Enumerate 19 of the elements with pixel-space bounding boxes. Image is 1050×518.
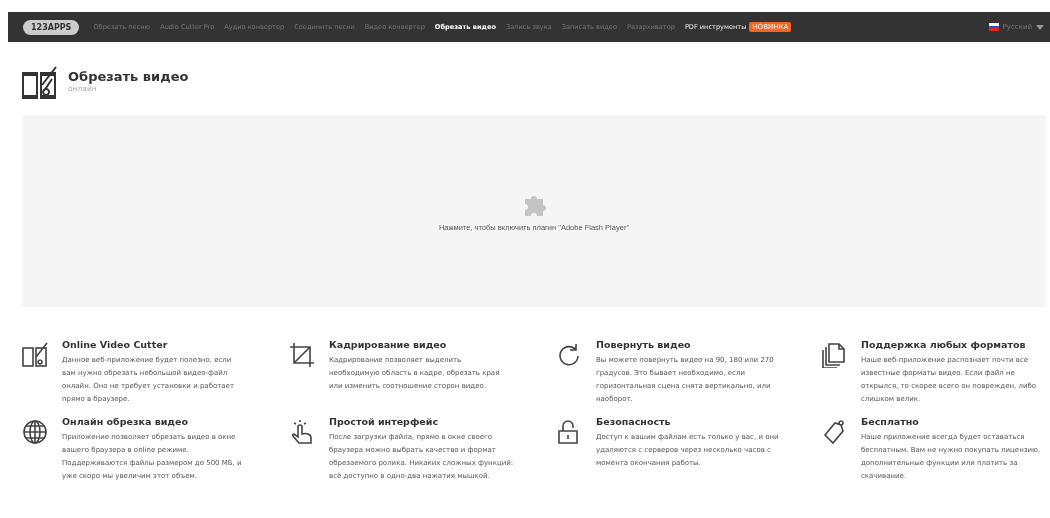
- documents-icon: [821, 342, 847, 368]
- film-scissors-icon: [22, 342, 48, 368]
- feature-title: Поддержка любых форматов: [861, 339, 1027, 350]
- crop-icon: [289, 342, 315, 368]
- flag-icon: [988, 23, 999, 31]
- feature-title: Безопасность: [596, 416, 672, 427]
- film-scissors-icon: [22, 65, 58, 99]
- logo-button[interactable]: 123APPS: [23, 19, 80, 35]
- feature-title: Бесплатно: [861, 416, 920, 427]
- feature-title: Онлайн обрезка видео: [62, 416, 189, 427]
- caret-icon: [1036, 24, 1044, 30]
- rotate-icon: [556, 342, 582, 368]
- pointing-hand-icon: [289, 419, 315, 445]
- feature-title: Простой интерфейс: [329, 416, 440, 427]
- page-title: Обрезать видео: [68, 69, 189, 84]
- feature-title: Online Video Cutter: [62, 339, 169, 350]
- globe-icon: [22, 419, 48, 445]
- feature-title: Кадрирование видео: [329, 339, 448, 350]
- feature-title: Повернуть видео: [596, 339, 692, 350]
